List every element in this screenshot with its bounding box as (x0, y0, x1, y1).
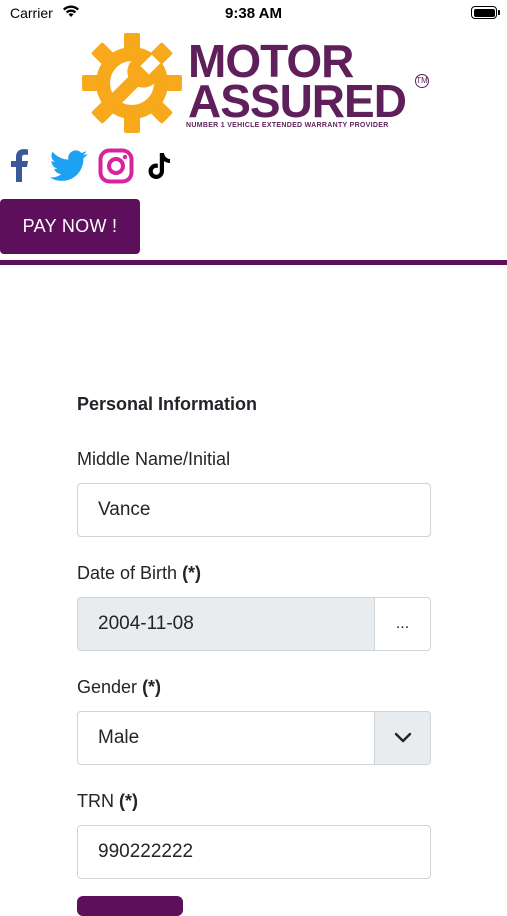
header-divider (0, 260, 507, 265)
gear-wrench-icon (82, 33, 182, 133)
facebook-icon[interactable] (8, 148, 30, 187)
date-of-birth-label-text: Date of Birth (77, 563, 178, 583)
chevron-down-icon[interactable] (374, 711, 431, 765)
battery-icon (471, 6, 500, 19)
logo-tagline: NUMBER 1 VEHICLE EXTENDED WARRANTY PROVI… (186, 122, 389, 129)
date-of-birth-group: 2004-11-08 ... (77, 597, 431, 651)
middle-name-input[interactable]: Vance (77, 483, 431, 537)
trademark-badge: TM (415, 74, 429, 88)
instagram-icon[interactable] (98, 148, 134, 189)
date-of-birth-label: Date of Birth (*) (77, 563, 201, 584)
gender-select-value[interactable]: Male (77, 711, 375, 765)
trn-label: TRN (*) (77, 791, 138, 812)
brand-logo: MOTOR ASSURED TM NUMBER 1 VEHICLE EXTEND… (82, 32, 432, 134)
submit-button-partial[interactable] (77, 896, 183, 916)
trn-label-text: TRN (77, 791, 114, 811)
twitter-icon[interactable] (50, 150, 88, 187)
date-of-birth-input[interactable]: 2004-11-08 (77, 597, 375, 651)
required-marker: (*) (142, 677, 162, 697)
status-bar: Carrier 9:38 AM (0, 0, 507, 28)
trn-input[interactable]: 990222222 (77, 825, 431, 879)
clock: 9:38 AM (225, 5, 282, 22)
gender-label: Gender (*) (77, 677, 161, 698)
gender-select[interactable]: Male (77, 711, 431, 765)
section-title-personal-information: Personal Information (77, 394, 258, 414)
gender-label-text: Gender (77, 677, 138, 697)
tiktok-icon[interactable] (147, 152, 171, 185)
required-marker: (*) (119, 791, 139, 811)
middle-name-label: Middle Name/Initial (77, 449, 231, 469)
date-picker-button[interactable]: ... (374, 597, 431, 651)
logo-text-assured: ASSURED (188, 75, 407, 127)
required-marker: (*) (182, 563, 202, 583)
pay-now-button[interactable]: PAY NOW ! (0, 199, 140, 254)
